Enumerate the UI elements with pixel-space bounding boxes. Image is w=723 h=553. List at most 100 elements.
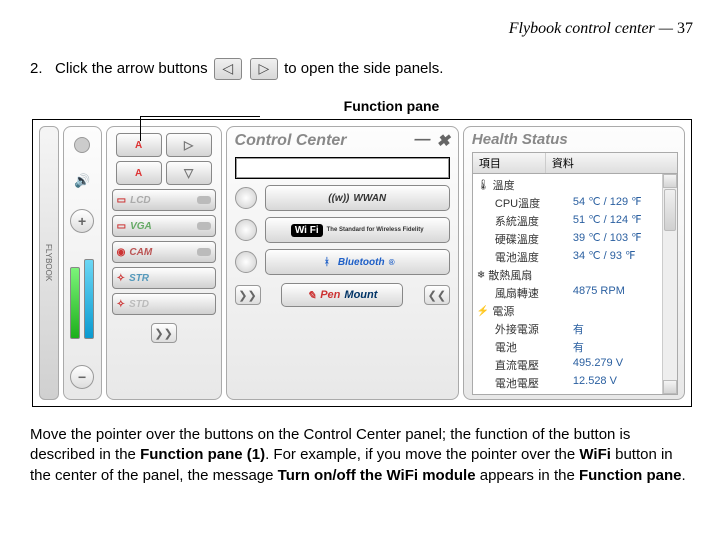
- bluetooth-toggle[interactable]: [235, 251, 257, 273]
- callout-leader-line: [140, 116, 260, 117]
- health-key: 外接電源: [477, 321, 573, 337]
- step-text-before: Click the arrow buttons: [55, 60, 212, 77]
- scrollbar[interactable]: [662, 174, 677, 394]
- level-bars: [70, 259, 94, 339]
- minimize-button[interactable]: —: [415, 131, 431, 151]
- health-row: ⚡電源: [473, 302, 677, 320]
- mode-down-button[interactable]: ▽: [166, 161, 212, 185]
- vga-icon: ▭: [117, 221, 126, 232]
- header-title: Flybook control center —: [509, 20, 677, 37]
- lcd-button[interactable]: ▭LCD: [112, 189, 216, 211]
- step-2-line: 2. Click the arrow buttons ◁ ▷ to open t…: [30, 58, 693, 80]
- health-col1: 項目: [473, 153, 546, 173]
- health-value: 34 ℃ / 93 ℉: [573, 249, 636, 265]
- toggle-icon: [197, 222, 211, 230]
- health-row: CPU溫度54 ℃ / 129 ℉: [473, 194, 677, 212]
- lcd-icon: ▭: [117, 195, 126, 206]
- cam-button[interactable]: ◉CAM: [112, 241, 216, 263]
- health-key: ❄散熱風扇: [477, 267, 555, 283]
- page-header: Flybook control center — 37: [30, 20, 693, 38]
- mode-a-button[interactable]: A: [116, 133, 162, 157]
- health-key: ⚡電源: [477, 303, 555, 319]
- volume-up-button[interactable]: +: [70, 209, 94, 233]
- toggle-icon: [197, 248, 211, 256]
- bluetooth-icon: ᚼ: [320, 256, 334, 269]
- step-number: 2.: [30, 60, 43, 77]
- collapse-left-button[interactable]: ❮❮: [424, 285, 450, 305]
- health-row: 直流電壓495.279 V: [473, 356, 677, 374]
- cam-icon: ◉: [117, 247, 126, 258]
- str-button[interactable]: ✧STR: [112, 267, 216, 289]
- health-key: 電池溫度: [477, 249, 573, 265]
- health-panel: Health Status 項目 資料 🌡溫度CPU溫度54 ℃ / 129 ℉…: [463, 126, 685, 400]
- control-center-title-bar: Control Center — ✖: [235, 131, 450, 151]
- health-row: 風扇轉速4875 RPM: [473, 284, 677, 302]
- close-button[interactable]: ✖: [437, 131, 450, 151]
- step-text-after: to open the side panels.: [284, 60, 443, 77]
- callout-label: Function pane: [344, 98, 440, 114]
- volume-down-button[interactable]: −: [70, 365, 94, 389]
- level-bar-green: [70, 267, 80, 339]
- wifi-subtext: The Standard for Wireless Fidelity: [327, 227, 424, 233]
- mode-a2-button[interactable]: A: [116, 161, 162, 185]
- health-key: 電池: [477, 339, 573, 355]
- toggle-icon: [197, 196, 211, 204]
- vga-button[interactable]: ▭VGA: [112, 215, 216, 237]
- mode-right-button[interactable]: ▷: [166, 133, 212, 157]
- center-panel: Control Center — ✖ ((ᴡ)) WWAN Wi Fi The …: [226, 126, 459, 400]
- health-row-icon: ❄: [477, 270, 485, 281]
- volume-panel: 🔊 + −: [63, 126, 102, 400]
- flybook-tab[interactable]: FLYBOOK: [39, 126, 59, 400]
- health-row: 電池電壓12.528 V: [473, 374, 677, 392]
- penmount-button[interactable]: ✎ PenMount: [281, 283, 403, 307]
- health-col2: 資料: [546, 153, 677, 173]
- health-value: 4875 RPM: [573, 285, 625, 301]
- wifi-logo-icon: Wi Fi: [291, 224, 323, 237]
- std-button[interactable]: ✧STD: [112, 293, 216, 315]
- page-number: 37: [677, 20, 693, 37]
- control-center-title: Control Center: [235, 132, 347, 150]
- callout: Function pane: [30, 98, 693, 117]
- health-row: 系統溫度51 ℃ / 124 ℉: [473, 212, 677, 230]
- bluetooth-button[interactable]: ᚼ Bluetooth®: [265, 249, 450, 275]
- expand-right-button[interactable]: ❯❯: [151, 323, 177, 343]
- buttons-panel: A ▷ A ▽ ▭LCD ▭VGA ◉CAM ✧STR ✧STD ❯❯: [106, 126, 222, 400]
- health-value: 54 ℃ / 129 ℉: [573, 195, 642, 211]
- health-key: 🌡溫度: [477, 177, 555, 193]
- health-row-icon: 🌡: [477, 180, 490, 191]
- wwan-toggle[interactable]: [235, 187, 257, 209]
- health-header-row: 項目 資料: [472, 152, 678, 174]
- speaker-icon: 🔊: [74, 173, 90, 189]
- wwan-button[interactable]: ((ᴡ)) WWAN: [265, 185, 450, 211]
- health-row: 硬碟溫度39 ℃ / 103 ℉: [473, 230, 677, 248]
- body-paragraph: Move the pointer over the buttons on the…: [30, 425, 693, 486]
- function-pane: [235, 157, 450, 179]
- health-value: 495.279 V: [573, 357, 623, 373]
- health-key: 系統溫度: [477, 213, 573, 229]
- health-body: 🌡溫度CPU溫度54 ℃ / 129 ℉系統溫度51 ℃ / 124 ℉硬碟溫度…: [472, 174, 678, 395]
- wifi-toggle[interactable]: [235, 219, 257, 241]
- wifi-button[interactable]: Wi Fi The Standard for Wireless Fidelity: [265, 217, 450, 243]
- health-key: 風扇轉速: [477, 285, 573, 301]
- health-row: 電池溫度34 ℃ / 93 ℉: [473, 248, 677, 266]
- health-row-icon: ⚡: [477, 306, 489, 317]
- left-arrow-icon: ◁: [214, 58, 242, 80]
- health-value: 有: [573, 339, 584, 355]
- right-arrow-icon: ▷: [250, 58, 278, 80]
- health-value: 39 ℃ / 103 ℉: [573, 231, 642, 247]
- control-center-figure: FLYBOOK 🔊 + − A ▷ A ▽ ▭LCD ▭VGA ◉CAM ✧ST…: [32, 119, 692, 407]
- health-title: Health Status: [472, 131, 678, 148]
- health-row: 外接電源有: [473, 320, 677, 338]
- str-icon: ✧: [117, 273, 125, 284]
- health-key: CPU溫度: [477, 195, 573, 211]
- health-row: 🌡溫度: [473, 176, 677, 194]
- collapse-right-button[interactable]: ❯❯: [235, 285, 261, 305]
- health-value: 51 ℃ / 124 ℉: [573, 213, 642, 229]
- std-icon: ✧: [117, 299, 125, 310]
- indicator-dot: [74, 137, 90, 153]
- health-key: 電池電壓: [477, 375, 573, 391]
- health-key: 硬碟溫度: [477, 231, 573, 247]
- scroll-thumb[interactable]: [664, 189, 676, 231]
- health-key: 直流電壓: [477, 357, 573, 373]
- level-bar-blue: [84, 259, 94, 339]
